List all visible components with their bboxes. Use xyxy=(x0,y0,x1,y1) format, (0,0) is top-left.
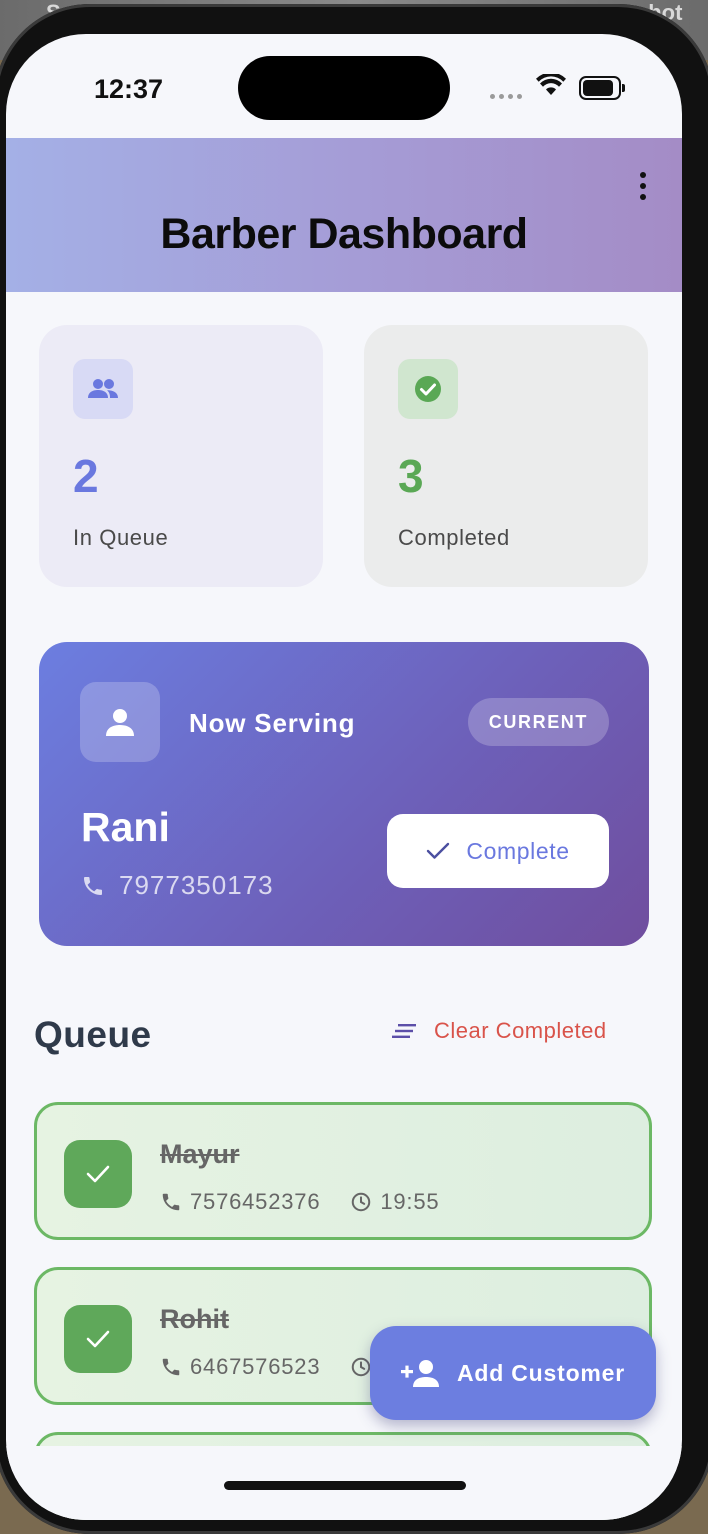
add-customer-button[interactable]: Add Customer xyxy=(370,1326,656,1420)
more-options-icon[interactable] xyxy=(640,172,648,200)
completed-count: 3 xyxy=(398,450,424,502)
check-icon xyxy=(427,842,450,859)
battery-icon xyxy=(579,76,625,100)
people-icon xyxy=(73,359,133,419)
person-icon xyxy=(80,682,160,762)
clock-icon xyxy=(352,1192,371,1212)
home-indicator[interactable] xyxy=(224,1481,466,1490)
check-circle-icon xyxy=(398,359,458,419)
stat-card-in-queue: 2 In Queue xyxy=(39,325,323,587)
complete-button-label: Complete xyxy=(466,837,570,864)
complete-button[interactable]: Complete xyxy=(387,814,609,888)
queue-item-time: 19:55 xyxy=(380,1189,440,1214)
current-badge: CURRENT xyxy=(467,698,609,746)
add-person-icon xyxy=(400,1360,439,1387)
queue-item-name: Rohit xyxy=(160,1304,229,1334)
clear-completed-button[interactable]: Clear Completed xyxy=(392,1018,607,1044)
queue-title: Queue xyxy=(34,1014,152,1055)
serving-phone-number: 7977350173 xyxy=(119,870,274,900)
phone-icon xyxy=(84,876,102,895)
now-serving-card: Now Serving CURRENT Rani 7977350173 Comp… xyxy=(39,642,649,946)
dynamic-island xyxy=(238,56,450,120)
completed-check-icon xyxy=(64,1305,132,1373)
page-title: Barber Dashboard xyxy=(160,210,528,258)
queue-item-phone: 7576452376 xyxy=(190,1189,321,1214)
serving-customer-name: Rani xyxy=(81,804,170,850)
now-serving-heading: Now Serving xyxy=(189,708,356,738)
phone-frame: 12:37 Barber Dashboard 2 In Queue 3 Comp… xyxy=(0,4,708,1534)
in-queue-count: 2 xyxy=(73,450,99,502)
serving-phone-row: 7977350173 xyxy=(81,870,274,901)
queue-item[interactable]: Mayur 7576452376 19:55 xyxy=(34,1102,652,1240)
cellular-signal-icon xyxy=(490,94,522,99)
queue-item-name: Mayur xyxy=(160,1139,240,1169)
phone-icon xyxy=(162,1193,180,1211)
in-queue-label: In Queue xyxy=(73,525,169,550)
stat-card-completed: 3 Completed xyxy=(364,325,648,587)
app-header: Barber Dashboard xyxy=(6,138,682,292)
status-time: 12:37 xyxy=(94,74,164,104)
queue-item-meta: 7576452376 19:55 xyxy=(160,1189,469,1215)
clear-all-icon xyxy=(392,1024,416,1038)
add-customer-label: Add Customer xyxy=(456,1359,626,1386)
clear-completed-label: Clear Completed xyxy=(434,1018,607,1043)
wifi-icon xyxy=(536,74,566,95)
phone-icon xyxy=(162,1358,180,1376)
completed-check-icon xyxy=(64,1140,132,1208)
queue-item-phone: 6467576523 xyxy=(190,1354,321,1379)
phone-screen: 12:37 Barber Dashboard 2 In Queue 3 Comp… xyxy=(6,34,682,1520)
completed-label: Completed xyxy=(398,525,510,550)
